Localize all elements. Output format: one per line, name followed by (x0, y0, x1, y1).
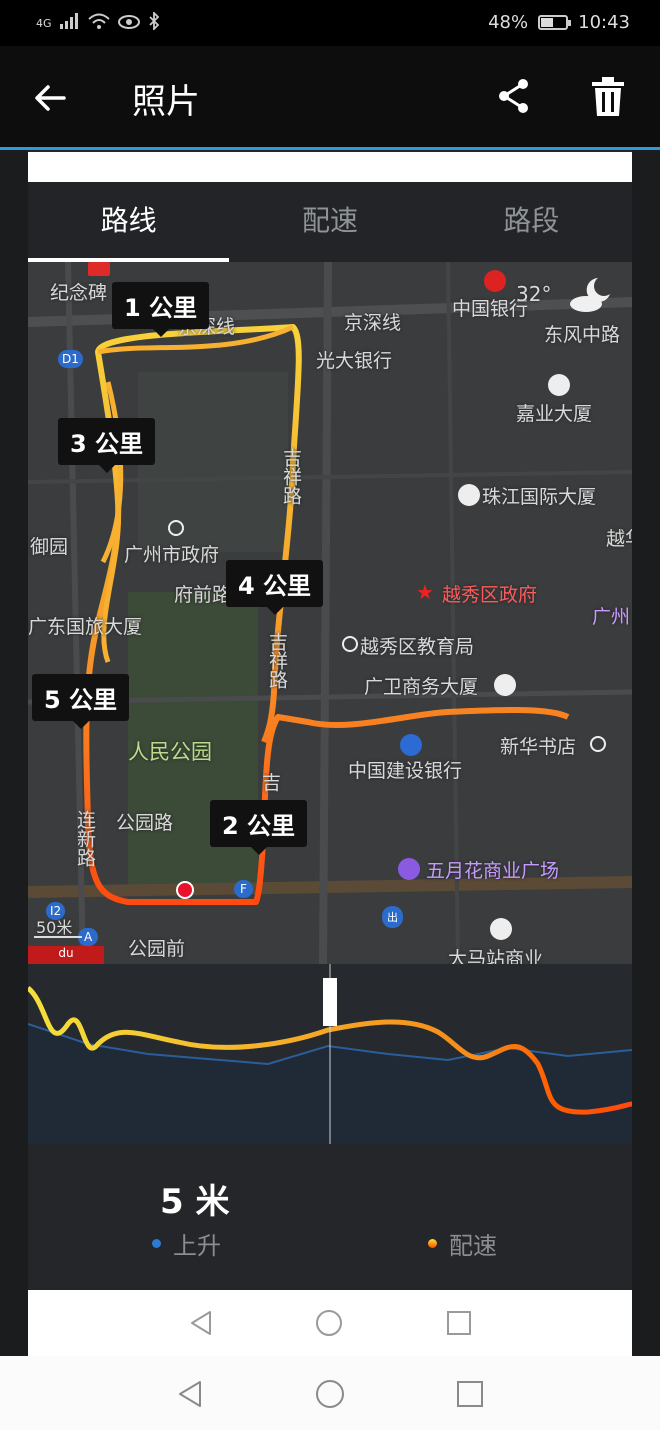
clock: 10:43 (578, 12, 630, 33)
elevation-pace-chart[interactable] (26, 964, 633, 1144)
legend-pace: 配速 (428, 1226, 497, 1261)
map-label: 御园 (30, 536, 69, 558)
map-label: 公园前 (128, 938, 186, 960)
wifi-icon (87, 13, 110, 34)
network-type: 4G (36, 17, 52, 30)
map-scale: 50米 (36, 918, 73, 937)
poi-dot (168, 520, 184, 536)
map-label: 珠江国际大厦 (482, 486, 597, 508)
nav-home-icon[interactable] (314, 1378, 346, 1410)
map-scale-bar (34, 936, 82, 938)
map-label: 吉 (262, 772, 282, 794)
stat-value: 5 米 (160, 1182, 230, 1222)
building-icon (458, 484, 480, 506)
status-right: 48% 10:43 (488, 12, 630, 33)
nav-recent-icon[interactable] (444, 1308, 474, 1338)
ccb-bank-icon (400, 734, 422, 756)
building-icon (494, 674, 516, 696)
map-label: 府前路 (174, 584, 232, 606)
map-label: 大马站商业 (448, 948, 544, 964)
chart-canvas (26, 964, 633, 1144)
km-marker-4: 4 公里 (226, 560, 324, 615)
photo-strip (28, 152, 632, 182)
star-icon: ★ (416, 580, 434, 604)
map-label: 越秀区政府 (442, 584, 538, 606)
exit-badge: 出 (382, 906, 403, 928)
status-bar: 4G 48% 10:43 (0, 0, 660, 46)
back-button[interactable] (30, 78, 70, 118)
signal-icon (59, 13, 80, 34)
metro-badge: F (234, 880, 253, 898)
building-icon (548, 374, 570, 396)
bluetooth-icon (148, 10, 160, 35)
km-marker-3: 3 公里 (58, 418, 156, 473)
ascent-dot-icon (152, 1239, 161, 1248)
rail-icon (88, 262, 110, 276)
tab-pace[interactable]: 配速 (229, 182, 430, 262)
poi-dot (590, 736, 606, 752)
building-icon (490, 918, 512, 940)
legend-pace-label: 配速 (449, 1232, 497, 1260)
nav-back-icon[interactable] (174, 1378, 206, 1410)
map-label: 公园路 (116, 812, 174, 834)
back-arrow-icon (35, 85, 66, 111)
battery-icon (538, 15, 572, 30)
system-nav-bar (0, 1356, 660, 1430)
km-marker-1: 1 公里 (112, 282, 210, 337)
map-label: 东风中路 (544, 324, 621, 346)
map-label: 京深线 (344, 312, 402, 334)
nav-back-icon[interactable] (186, 1308, 216, 1338)
map-label: 人民公园 (128, 740, 212, 764)
map-label: 嘉业大厦 (516, 403, 593, 425)
moon-cloud-icon (570, 278, 610, 312)
inner-nav-bar (28, 1290, 632, 1356)
map-label: 光大银行 (316, 350, 393, 372)
status-left: 4G (36, 10, 160, 35)
map-label: 越秀区教育局 (360, 636, 475, 658)
tab-route[interactable]: 路线 (28, 182, 230, 262)
km-marker-2: 2 公里 (210, 800, 308, 855)
weather-temp: 32° (516, 282, 552, 306)
nav-recent-icon[interactable] (454, 1378, 486, 1410)
share-button[interactable] (494, 76, 534, 116)
legend-ascent-label: 上升 (173, 1232, 221, 1260)
page-title: 照片 (132, 82, 200, 122)
map-label: 五月花商业广场 (426, 860, 560, 882)
map-label: 新华书店 (500, 736, 577, 758)
poi-dot (342, 636, 358, 652)
map-label: 吉祥路 (266, 632, 288, 689)
tab-segments[interactable]: 路段 (431, 182, 632, 262)
chart-scrub-handle[interactable] (323, 978, 337, 1026)
nav-home-icon[interactable] (314, 1308, 344, 1338)
map-label: 越华 (606, 528, 632, 550)
pace-dot-icon (428, 1239, 437, 1248)
start-marker (176, 881, 194, 899)
trash-icon (592, 77, 624, 116)
route-map[interactable]: 纪念碑 京深线 京深线 中国银行 东风中路 光大银行 嘉业大厦 吉祥路 珠江国际… (28, 262, 632, 964)
eye-icon (117, 14, 140, 34)
map-label: 中国建设银行 (348, 760, 463, 782)
tab-bar: 路线 配速 路段 (28, 182, 632, 262)
map-label: 广东国旅大厦 (28, 616, 143, 638)
legend-ascent: 上升 (152, 1226, 221, 1261)
stats-panel: 5 米 上升 配速 (28, 1146, 632, 1290)
map-label: 纪念碑 (50, 282, 108, 304)
delete-button[interactable] (590, 76, 626, 118)
battery-percent: 48% (488, 12, 529, 33)
shopping-icon (398, 858, 420, 880)
map-label: 吉祥路 (280, 448, 302, 505)
map-label: 广卫商务大厦 (364, 676, 479, 698)
metro-badge: D1 (58, 350, 83, 368)
map-label: 连新路 (74, 810, 96, 867)
map-label: 广州 (592, 606, 631, 628)
bank-icon (484, 270, 506, 292)
share-icon (499, 79, 528, 113)
map-logo: du (28, 946, 104, 964)
app-bar: 照片 (0, 46, 660, 150)
map-label: 广州市政府 (124, 544, 220, 566)
km-marker-5: 5 公里 (32, 674, 130, 729)
